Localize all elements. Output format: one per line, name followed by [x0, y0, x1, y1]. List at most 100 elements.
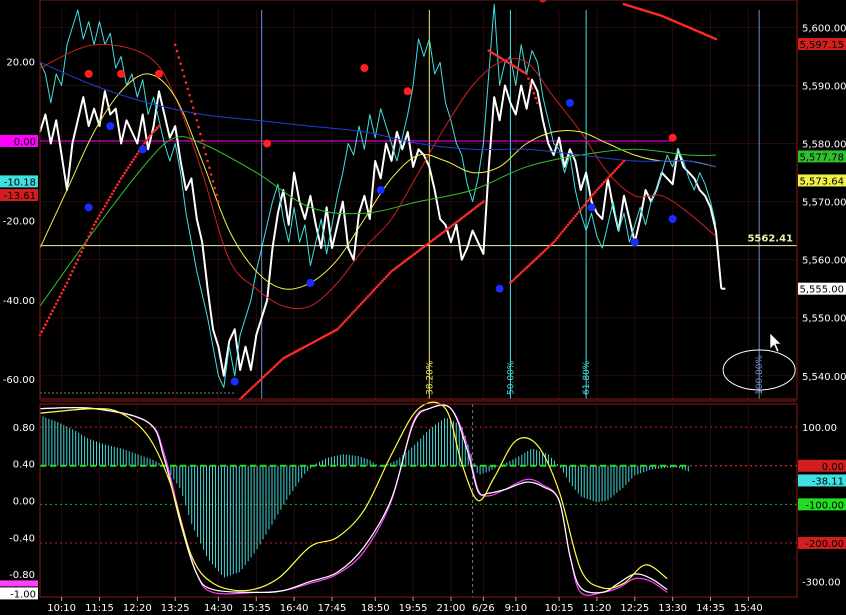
psar-dot — [559, 232, 563, 235]
psar-dot — [586, 199, 590, 203]
psar-dot — [364, 297, 368, 300]
psar-dot — [525, 72, 528, 76]
psar-dot — [49, 312, 53, 316]
psar-dot — [579, 208, 582, 211]
osc-left-tick: 0.40 — [13, 460, 35, 471]
pivot-high-marker — [117, 69, 126, 78]
pivot-low-marker — [84, 203, 93, 212]
psar-dot — [366, 295, 370, 298]
x-tick-label: 13:30 — [658, 603, 687, 614]
x-tick-label: 14:30 — [204, 603, 233, 614]
psar-dot — [354, 308, 357, 312]
psar-dot — [575, 212, 579, 216]
psar-dot — [130, 160, 134, 164]
psar-dot — [127, 166, 130, 169]
psar-dot — [343, 320, 346, 323]
psar-dot — [532, 91, 536, 95]
psar-dot — [134, 155, 137, 158]
x-tick-label: 17:45 — [318, 603, 347, 614]
psar-dot — [588, 197, 591, 200]
psar-dot — [608, 175, 611, 178]
psar-dot — [184, 81, 188, 84]
osc-right-tag: 0.00 — [822, 462, 844, 473]
psar-dot — [65, 281, 69, 285]
psar-dot — [377, 283, 381, 287]
psar-dot — [119, 177, 123, 180]
psar-dot — [109, 195, 112, 199]
psar-dot — [368, 293, 372, 296]
psar-dot — [80, 250, 83, 254]
pivot-high-marker — [263, 139, 272, 148]
left-value-tag: -13.61 — [4, 191, 36, 202]
psar-dot — [345, 318, 348, 322]
psar-dot — [191, 106, 195, 109]
psar-dot — [152, 130, 155, 134]
psar-dot — [215, 193, 218, 197]
psar-dot — [615, 167, 619, 170]
psar-dot — [154, 128, 157, 132]
psar-dot — [146, 136, 150, 139]
psar-dot — [379, 281, 383, 285]
psar-dot — [58, 295, 62, 299]
psar-dot — [199, 132, 202, 136]
price-right-tick: 5,550.00 — [802, 314, 846, 325]
psar-dot — [85, 239, 89, 242]
psar-dot — [363, 299, 366, 302]
x-tick-label: 18:50 — [361, 603, 390, 614]
psar-dot — [148, 134, 152, 138]
pivot-low-marker — [306, 278, 315, 287]
psar-dot — [123, 171, 126, 175]
psar-dot — [143, 141, 146, 145]
psar-dot — [602, 180, 606, 184]
psar-dot — [47, 316, 51, 320]
psar-dot — [60, 292, 63, 295]
psar-dot — [114, 186, 117, 189]
pivot-high-marker — [403, 87, 412, 96]
right-value-tag: 5,577.78 — [799, 152, 844, 163]
psar-dot — [186, 87, 190, 91]
psar-dot — [386, 273, 390, 277]
right-value-tag: 5,555.00 — [799, 285, 844, 296]
psar-dot — [40, 330, 44, 334]
osc-left-tick: -0.40 — [9, 533, 35, 544]
osc-right-tick: 100.00 — [802, 423, 837, 434]
x-tick-label: 6/26 — [472, 603, 494, 614]
psar-dot — [590, 195, 593, 198]
pivot-low-marker — [230, 377, 239, 386]
psar-dot — [89, 231, 92, 234]
psar-dot — [76, 258, 80, 262]
price-right-tick: 5,540.00 — [802, 372, 846, 383]
x-tick-label: 15:40 — [734, 603, 763, 614]
price-left-tick: -20.00 — [3, 216, 35, 227]
osc-left-tick: 0.80 — [13, 423, 35, 434]
psar-dot — [145, 139, 148, 142]
psar-dot — [370, 291, 373, 294]
x-tick-label: 10:10 — [47, 603, 76, 614]
price-right-tick: 5,600.00 — [802, 23, 846, 34]
psar-dot — [132, 158, 135, 161]
psar-dot — [94, 220, 98, 223]
psar-dot — [566, 223, 570, 227]
psar-dot — [193, 112, 197, 116]
psar-dot — [206, 159, 209, 163]
psar-dot — [202, 146, 206, 149]
chart-background — [0, 0, 846, 615]
psar-dot — [200, 139, 204, 142]
psar-dot — [388, 271, 392, 275]
osc-left-tick: 0.00 — [13, 497, 35, 508]
x-tick-label: 14:35 — [696, 603, 725, 614]
osc-right-tag: -100.00 — [805, 500, 844, 511]
pivot-high-marker — [360, 64, 369, 73]
psar-dot — [552, 240, 555, 244]
psar-dot — [599, 184, 602, 188]
price-right-tick: 5,580.00 — [802, 140, 846, 151]
psar-dot — [534, 96, 537, 100]
psar-dot — [620, 161, 624, 165]
x-tick-label: 16:40 — [280, 603, 309, 614]
psar-dot — [536, 101, 539, 105]
psar-dot — [527, 77, 530, 80]
psar-dot — [373, 287, 377, 291]
psar-dot — [63, 285, 67, 288]
psar-dot — [136, 152, 139, 156]
psar-dot — [121, 174, 125, 177]
